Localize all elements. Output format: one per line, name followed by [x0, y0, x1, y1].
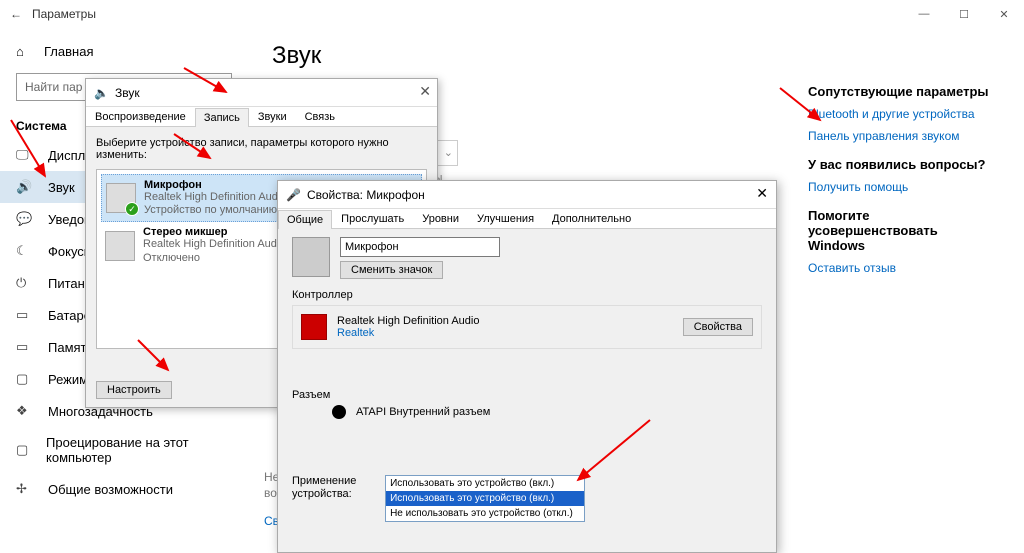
minimize-button[interactable]: — [904, 0, 944, 28]
controller-vendor-link[interactable]: Realtek [337, 327, 374, 339]
link-bluetooth[interactable]: Bluetooth и другие устройства [808, 107, 998, 121]
microphone-icon: ✓ [106, 183, 136, 213]
change-icon-button[interactable]: Сменить значок [340, 261, 443, 279]
battery-icon: ▭ [16, 307, 32, 323]
usage-option-on-highlighted[interactable]: Использовать это устройство (вкл.) [386, 491, 584, 506]
usage-option-off[interactable]: Не использовать это устройство (откл.) [386, 506, 584, 521]
improve-heading: Помогите усовершенствовать Windows [808, 208, 998, 253]
nav-shared[interactable]: ✢Общие возможности [0, 473, 248, 505]
power-icon: ⏻ [16, 275, 32, 291]
multitask-icon: ❖ [16, 403, 32, 419]
nav-projecting[interactable]: ▢Проецирование на этот компьютер [0, 427, 248, 473]
close-button[interactable]: ✕ [984, 0, 1024, 28]
tab-advanced[interactable]: Дополнительно [543, 209, 640, 228]
configure-button[interactable]: Настроить [96, 381, 172, 399]
questions-heading: У вас появились вопросы? [808, 157, 998, 172]
recording-hint: Выберите устройство записи, параметры ко… [96, 137, 427, 161]
jack-value: ATAPI Внутренний разъем [356, 406, 490, 418]
maximize-button[interactable]: ☐ [944, 0, 984, 28]
mic-small-icon: 🎤 [286, 188, 301, 202]
properties-close-button[interactable]: ✕ [756, 185, 768, 202]
controller-name: Realtek High Definition Audio [337, 315, 479, 327]
tab-sounds[interactable]: Звуки [249, 107, 296, 126]
tab-communications[interactable]: Связь [296, 107, 344, 126]
tab-enhancements[interactable]: Улучшения [468, 209, 543, 228]
device-name-input[interactable] [340, 237, 500, 257]
tablet-icon: ▢ [16, 371, 32, 387]
link-help[interactable]: Получить помощь [808, 180, 998, 194]
sound-close-button[interactable]: ✕ [419, 83, 431, 100]
link-feedback[interactable]: Оставить отзыв [808, 261, 998, 275]
usage-option-on[interactable]: Использовать это устройство (вкл.) [386, 476, 584, 491]
usage-label: Применение устройства: [292, 475, 382, 501]
link-sound-panel[interactable]: Панель управления звуком [808, 129, 998, 143]
tab-recording[interactable]: Запись [195, 108, 249, 127]
page-title: Звук [272, 42, 1000, 70]
jack-label: Разъем [292, 389, 762, 401]
tab-listen[interactable]: Прослушать [332, 209, 413, 228]
tab-levels[interactable]: Уровни [413, 209, 468, 228]
prop-tabs: Общие Прослушать Уровни Улучшения Дополн… [278, 209, 776, 229]
mic-large-icon [292, 237, 330, 277]
display-icon: 🖵 [16, 147, 32, 163]
mixer-icon [105, 231, 135, 261]
controller-label: Контроллер [292, 289, 762, 301]
sound-tabs: Воспроизведение Запись Звуки Связь [86, 107, 437, 127]
home-icon: ⌂ [16, 44, 32, 59]
controller-properties-button[interactable]: Свойства [683, 318, 753, 336]
notifications-icon: 💬 [16, 211, 32, 227]
tab-playback[interactable]: Воспроизведение [86, 107, 195, 126]
properties-title: Свойства: Микрофон [307, 188, 425, 202]
storage-icon: ▭ [16, 339, 32, 355]
settings-titlebar: ← Параметры — ☐ ✕ [0, 0, 1024, 28]
tab-general[interactable]: Общие [278, 210, 332, 229]
focus-icon: ☾ [16, 243, 32, 259]
speaker-icon: 🔈 [94, 86, 109, 100]
projecting-icon: ▢ [16, 442, 30, 458]
realtek-icon [301, 314, 327, 340]
shared-icon: ✢ [16, 481, 32, 497]
jack-dot-icon [332, 405, 346, 419]
settings-title: Параметры [32, 7, 96, 21]
sound-dialog-title: Звук [115, 86, 140, 100]
usage-dropdown[interactable]: Использовать это устройство (вкл.) Испол… [385, 475, 585, 522]
sound-icon: 🔊 [16, 179, 32, 195]
properties-dialog: 🎤 Свойства: Микрофон ✕ Общие Прослушать … [277, 180, 777, 553]
back-button[interactable]: ← [8, 7, 24, 21]
home-link[interactable]: ⌂Главная [0, 36, 248, 67]
related-heading: Сопутствующие параметры [808, 84, 998, 99]
right-column: Сопутствующие параметры Bluetooth и друг… [808, 70, 998, 283]
